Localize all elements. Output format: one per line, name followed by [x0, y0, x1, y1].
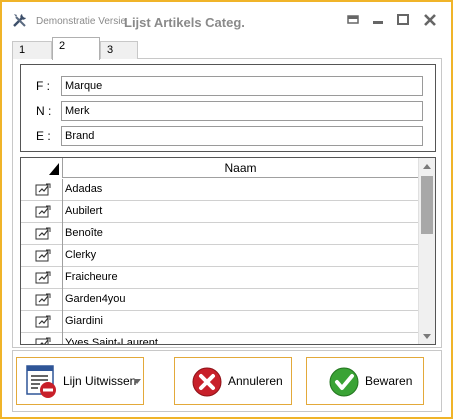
maximize-icon[interactable]	[395, 12, 411, 28]
row-name: Aubilert	[65, 205, 103, 217]
row-edit-cell[interactable]	[21, 245, 63, 267]
scroll-thumb[interactable]	[421, 176, 433, 234]
tools-icon	[13, 14, 26, 27]
edit-row-icon	[35, 227, 51, 240]
row-edit-cell[interactable]	[21, 333, 63, 344]
grid-corner-cell[interactable]	[21, 158, 63, 178]
column-header-naam[interactable]: Naam	[63, 158, 418, 178]
grid-header: Naam	[21, 158, 418, 178]
row-edit-cell[interactable]	[21, 179, 63, 201]
save-button[interactable]: Bewaren	[306, 357, 424, 405]
table-row[interactable]: Yves Saint-Laurent	[21, 333, 418, 345]
scroll-down-icon[interactable]	[422, 333, 432, 341]
row-edit-cell[interactable]	[21, 311, 63, 333]
table-row[interactable]: Adadas	[21, 179, 418, 201]
row-name: Garden4you	[65, 293, 126, 305]
print-icon[interactable]	[345, 12, 361, 28]
delete-line-button[interactable]: Lijn Uitwissen	[16, 357, 144, 405]
table-row[interactable]: Garden4you	[21, 289, 418, 311]
select-all-icon	[49, 163, 59, 175]
field-n-input[interactable]	[61, 101, 423, 121]
delete-line-icon	[26, 365, 56, 398]
row-name: Giardini	[65, 315, 103, 327]
field-e-input[interactable]	[61, 126, 423, 146]
cancel-button[interactable]: Annuleren	[174, 357, 292, 405]
row-edit-cell[interactable]	[21, 267, 63, 289]
edit-row-icon	[35, 271, 51, 284]
version-text: Demonstratie Versie	[36, 16, 127, 27]
close-icon[interactable]	[422, 12, 438, 28]
brand-grid: Naam Adadas Aubilert Benoîte Clerky Fraicheu…	[20, 157, 436, 345]
edit-row-icon	[35, 205, 51, 218]
save-label: Bewaren	[365, 374, 413, 388]
row-name: Fraicheure	[65, 271, 118, 283]
field-f-input[interactable]	[61, 76, 423, 96]
row-name: Clerky	[65, 249, 97, 261]
scroll-up-icon[interactable]	[422, 162, 432, 170]
window-title: Lijst Artikels Categ.	[124, 15, 245, 30]
edit-row-icon	[35, 337, 51, 344]
edit-row-icon	[35, 183, 51, 196]
field-label-e: E :	[36, 129, 51, 143]
field-label-f: F :	[36, 79, 50, 93]
dialog-window: Demonstratie Versie Lijst Artikels Categ…	[0, 0, 453, 419]
vertical-scrollbar[interactable]	[418, 158, 435, 344]
edit-row-icon	[35, 293, 51, 306]
row-name: Adadas	[65, 183, 103, 195]
table-row[interactable]: Giardini	[21, 311, 418, 333]
title-bar[interactable]: Demonstratie Versie Lijst Artikels Categ…	[2, 2, 451, 34]
cancel-label: Annuleren	[228, 374, 283, 388]
delete-line-label: Lijn Uitwissen	[63, 374, 137, 388]
field-label-n: N :	[36, 104, 52, 118]
tab-2[interactable]: 2	[52, 37, 100, 60]
tab-1[interactable]: 1	[12, 41, 52, 59]
edit-row-icon	[35, 315, 51, 328]
cancel-icon	[192, 367, 222, 397]
checkmark-icon	[329, 367, 359, 397]
edit-row-icon	[35, 249, 51, 262]
row-edit-cell[interactable]	[21, 201, 63, 223]
minimize-icon[interactable]	[370, 12, 386, 28]
row-edit-cell[interactable]	[21, 289, 63, 311]
table-row[interactable]: Clerky	[21, 245, 418, 267]
row-edit-cell[interactable]	[21, 223, 63, 245]
chevron-down-icon	[133, 379, 141, 384]
row-name: Yves Saint-Laurent	[65, 337, 158, 345]
table-row[interactable]: Aubilert	[21, 201, 418, 223]
table-row[interactable]: Fraicheure	[21, 267, 418, 289]
row-name: Benoîte	[65, 227, 103, 239]
tab-3[interactable]: 3	[100, 41, 138, 59]
table-row[interactable]: Benoîte	[21, 223, 418, 245]
